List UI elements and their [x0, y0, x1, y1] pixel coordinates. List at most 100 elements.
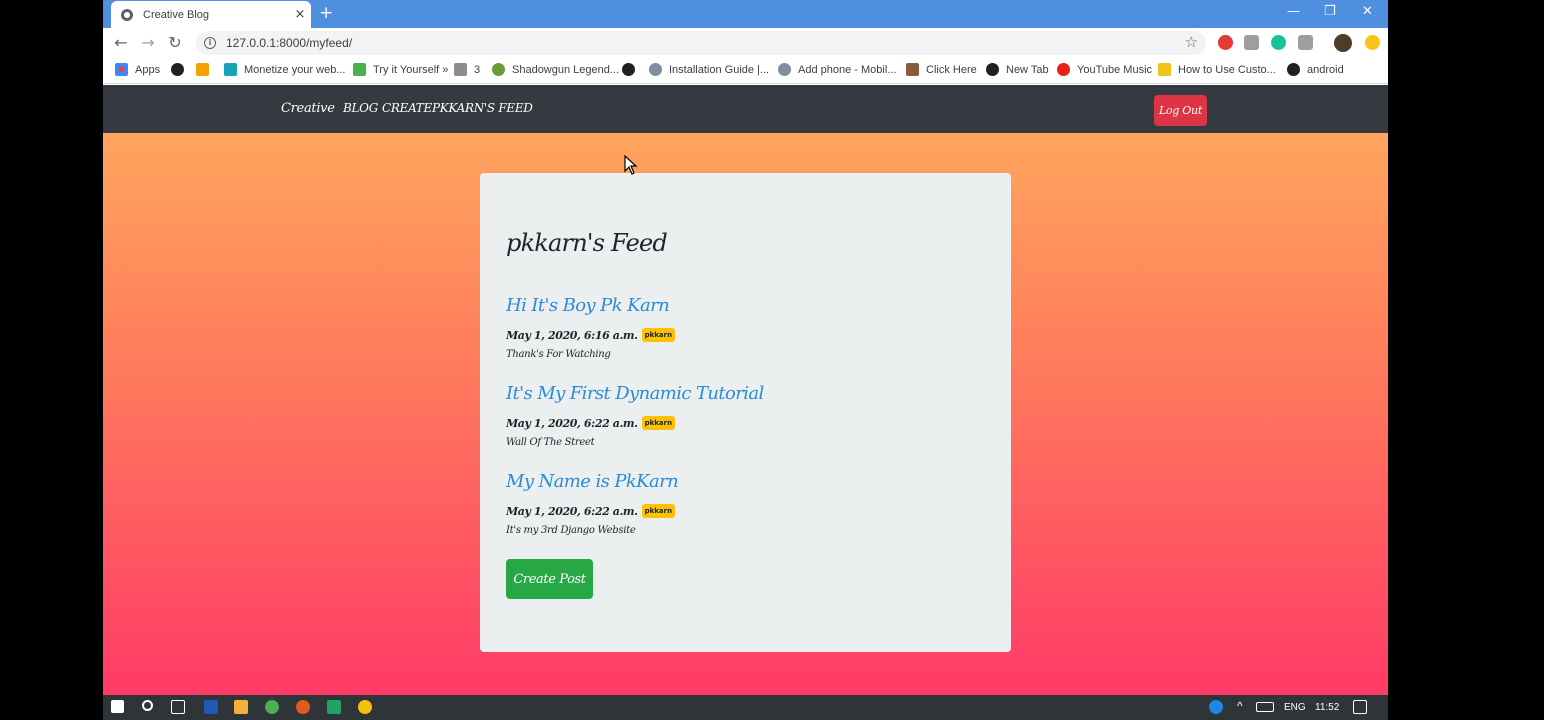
media-icon[interactable] [234, 700, 248, 714]
bookmark-installation[interactable]: Installation Guide |... [649, 63, 769, 76]
tab-strip: Creative Blog × + — ❐ ✕ [103, 0, 1388, 28]
bookmark-monetize[interactable]: Monetize your web... [224, 63, 346, 76]
browser-toolbar: ← → ↻ i 127.0.0.1:8000/myfeed/ ☆ [103, 28, 1388, 58]
chevron-up-icon[interactable]: ^ [1237, 699, 1243, 713]
bookmark-globe-2[interactable] [622, 63, 642, 76]
adblock-icon[interactable] [1218, 35, 1233, 50]
info-icon[interactable]: i [204, 37, 216, 49]
globe-icon [986, 63, 999, 76]
task-view-icon[interactable] [171, 700, 185, 714]
post-body: Thank's For Watching [506, 349, 611, 360]
grammarly-icon[interactable] [1271, 35, 1286, 50]
bookmark-3[interactable]: 3 [454, 63, 480, 76]
author-badge: pkkarn [641, 416, 676, 430]
link-icon [778, 63, 791, 76]
post-body: It's my 3rd Django Website [506, 525, 636, 536]
tab-close-icon[interactable]: × [289, 7, 311, 22]
url-text: 127.0.0.1:8000/myfeed/ [226, 36, 353, 50]
globe-icon [171, 63, 184, 76]
bookmark-globe-1[interactable] [171, 63, 191, 76]
page-icon [224, 63, 237, 76]
forward-icon[interactable]: → [138, 33, 158, 53]
apps-grid-icon [115, 63, 128, 76]
post-title-link[interactable]: My Name is PkKarn [506, 471, 679, 492]
site-navbar: Creative BLOG CREATE PKKARN'S FEED Log O… [103, 85, 1388, 133]
globe-icon [1287, 63, 1300, 76]
language-indicator[interactable]: ENG [1284, 702, 1306, 713]
windows-taskbar: ^ ENG 11:52 [103, 695, 1388, 720]
post-meta: May 1, 2020, 6:22 a.m. pkkarn [506, 504, 678, 518]
post-item: It's My First Dynamic Tutorial May 1, 20… [506, 383, 764, 448]
clock[interactable]: 11:52 [1315, 702, 1339, 713]
new-tab-button[interactable]: + [319, 4, 333, 22]
search-icon[interactable] [142, 700, 153, 711]
post-item: My Name is PkKarn May 1, 2020, 6:22 a.m.… [506, 471, 679, 536]
close-window-icon[interactable]: ✕ [1362, 4, 1373, 19]
globe-icon [622, 63, 635, 76]
nav-link-create[interactable]: CREATE [382, 101, 432, 115]
create-post-button[interactable]: Create Post [506, 559, 593, 599]
bookmark-star-icon[interactable]: ☆ [1185, 33, 1198, 51]
bookmark-add-phone[interactable]: Add phone - Mobil... [778, 63, 896, 76]
minimize-icon[interactable]: — [1287, 4, 1300, 19]
post-meta: May 1, 2020, 6:22 a.m. pkkarn [506, 416, 764, 430]
bookmark-try-it[interactable]: Try it Yourself » [353, 63, 448, 76]
browser-window: Creative Blog × + — ❐ ✕ ← → ↻ i 127.0.0.… [103, 0, 1388, 720]
chrome-icon[interactable] [265, 700, 279, 714]
keyboard-icon[interactable] [1256, 702, 1274, 712]
navbar-brand[interactable]: Creative [281, 101, 335, 116]
extension-icon[interactable] [1365, 35, 1380, 50]
post-date: May 1, 2020, 6:22 a.m. [506, 416, 638, 430]
bookmark-how-to-use[interactable]: How to Use Custo... [1158, 63, 1276, 76]
author-badge: pkkarn [641, 328, 676, 342]
code-icon[interactable] [327, 700, 341, 714]
post-meta: May 1, 2020, 6:16 a.m. pkkarn [506, 328, 676, 342]
post-title-link[interactable]: It's My First Dynamic Tutorial [506, 383, 764, 404]
tab-title: Creative Blog [143, 8, 210, 21]
logout-button[interactable]: Log Out [1154, 95, 1207, 126]
screen-icon[interactable] [1298, 35, 1313, 50]
author-badge: pkkarn [641, 504, 676, 518]
k-icon [454, 63, 467, 76]
page-content: Creative BLOG CREATE PKKARN'S FEED Log O… [103, 85, 1388, 695]
ship-icon [906, 63, 919, 76]
bookmarks-bar: Apps Monetize your web... Try it Yoursel… [103, 58, 1388, 84]
cp-icon [196, 63, 209, 76]
android-icon [492, 63, 505, 76]
post-title-link[interactable]: Hi It's Boy Pk Karn [506, 295, 675, 316]
post-date: May 1, 2020, 6:22 a.m. [506, 504, 638, 518]
w3-icon [353, 63, 366, 76]
link-icon [649, 63, 662, 76]
globe-icon [121, 8, 133, 21]
nav-link-feed[interactable]: PKKARN'S FEED [432, 101, 533, 115]
nav-link-blog[interactable]: BLOG [343, 101, 378, 115]
camera-icon[interactable] [1244, 35, 1259, 50]
bookmark-new-tab[interactable]: New Tab [986, 63, 1049, 76]
c-icon[interactable] [296, 700, 310, 714]
post-item: Hi It's Boy Pk Karn May 1, 2020, 6:16 a.… [506, 295, 676, 360]
bookmark-click-here[interactable]: Click Here [906, 63, 977, 76]
mouse-cursor-icon [624, 155, 638, 175]
bookmark-android[interactable]: android [1287, 63, 1344, 76]
address-bar[interactable]: i 127.0.0.1:8000/myfeed/ ☆ [196, 31, 1206, 55]
bookmark-youtube-music[interactable]: YouTube Music [1057, 63, 1152, 76]
help-icon[interactable] [1209, 700, 1223, 714]
tab-creative-blog[interactable]: Creative Blog × [111, 1, 311, 28]
chrome-active-icon[interactable] [358, 700, 372, 714]
app-icon[interactable] [204, 700, 218, 714]
bookmark-cp[interactable] [196, 63, 216, 76]
notifications-icon[interactable] [1353, 700, 1367, 714]
windows-start-icon[interactable] [111, 700, 124, 713]
avatar[interactable] [1334, 34, 1352, 52]
reload-icon[interactable]: ↻ [165, 33, 185, 53]
post-date: May 1, 2020, 6:16 a.m. [506, 328, 638, 342]
flash-icon [1158, 63, 1171, 76]
back-icon[interactable]: ← [111, 33, 131, 53]
restore-icon[interactable]: ❐ [1324, 4, 1336, 19]
bookmark-apps[interactable]: Apps [115, 63, 160, 76]
youtube-music-icon [1057, 63, 1070, 76]
page-title: pkkarn's Feed [506, 229, 668, 257]
bookmark-shadowgun[interactable]: Shadowgun Legend... [492, 63, 619, 76]
feed-card: pkkarn's Feed Hi It's Boy Pk Karn May 1,… [480, 173, 1011, 652]
post-body: Wall Of The Street [506, 437, 595, 448]
